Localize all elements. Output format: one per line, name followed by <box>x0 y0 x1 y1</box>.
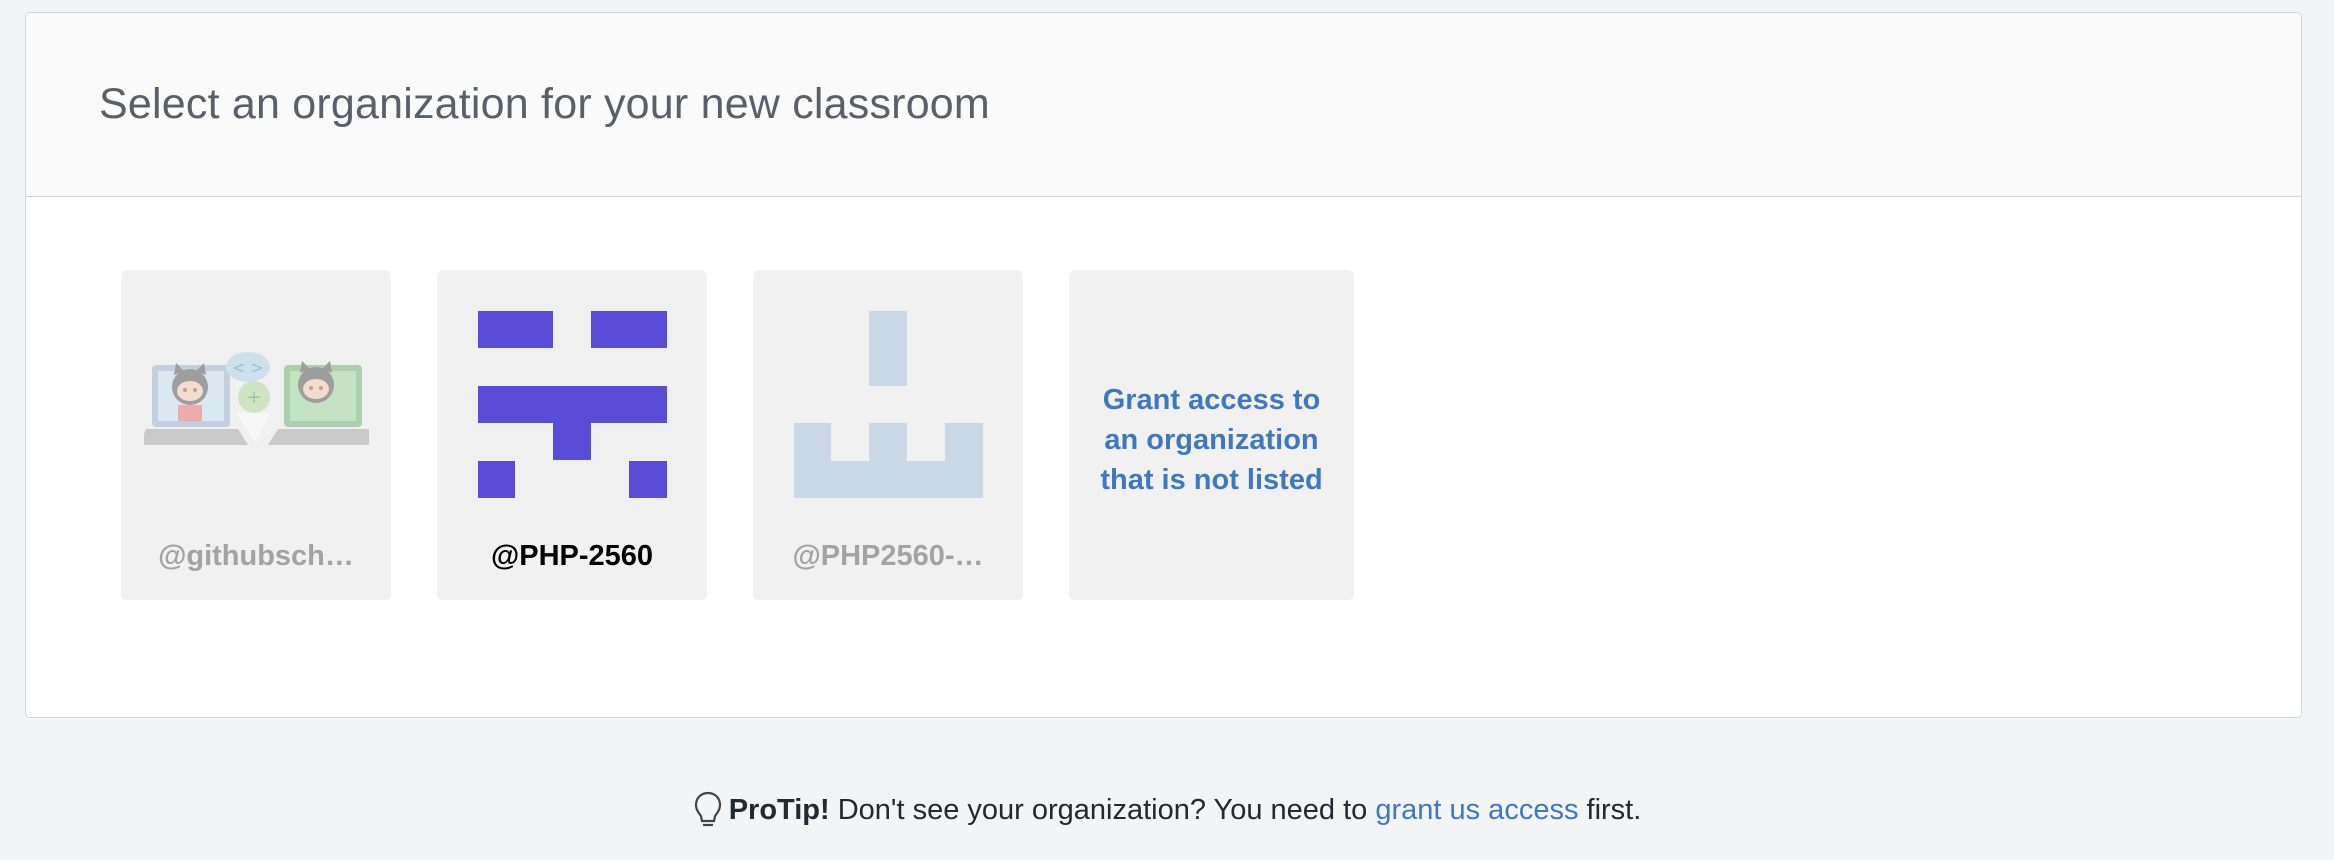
protip: ProTip! Don't see your organization? You… <box>0 790 2334 830</box>
lightbulb-icon <box>694 791 721 827</box>
identicon-icon <box>460 293 685 518</box>
octocat-classroom-icon: < > + <box>144 293 369 518</box>
org-login: @githubsch… <box>158 540 354 572</box>
protip-label: ProTip! <box>728 793 830 826</box>
org-login: @PHP-2560 <box>490 540 654 572</box>
panel-header: Select an organization for your new clas… <box>26 13 2301 197</box>
org-avatar-identicon-lightblue <box>776 293 1001 518</box>
org-login: @PHP2560-… <box>792 540 984 572</box>
new-classroom-panel: Select an organization for your new clas… <box>25 12 2302 718</box>
identicon-icon <box>776 293 1001 518</box>
org-card-php-2560[interactable]: @PHP-2560 <box>437 270 707 600</box>
protip-text-end: first. <box>1578 793 1642 826</box>
svg-text:< >: < > <box>232 358 264 377</box>
org-card-php2560[interactable]: @PHP2560-… <box>753 270 1023 600</box>
page-title: Select an organization for your new clas… <box>99 80 990 128</box>
grant-access-link[interactable]: Grant access to an organization that is … <box>1069 380 1354 500</box>
protip-text: Don't see your organization? You need to <box>829 793 1376 826</box>
grant-us-access-link[interactable]: grant us access <box>1375 794 1578 826</box>
org-card-githubschool[interactable]: < > + @githubsch… <box>121 270 391 600</box>
grant-access-card[interactable]: Grant access to an organization that is … <box>1069 270 1354 600</box>
org-avatar-identicon-purple <box>460 293 685 518</box>
svg-text:+: + <box>246 387 261 408</box>
org-avatar-octocat: < > + <box>144 293 369 518</box>
organization-list: < > + @githubsch… @PHP-2560 @PHP2560-… G… <box>121 270 1354 600</box>
